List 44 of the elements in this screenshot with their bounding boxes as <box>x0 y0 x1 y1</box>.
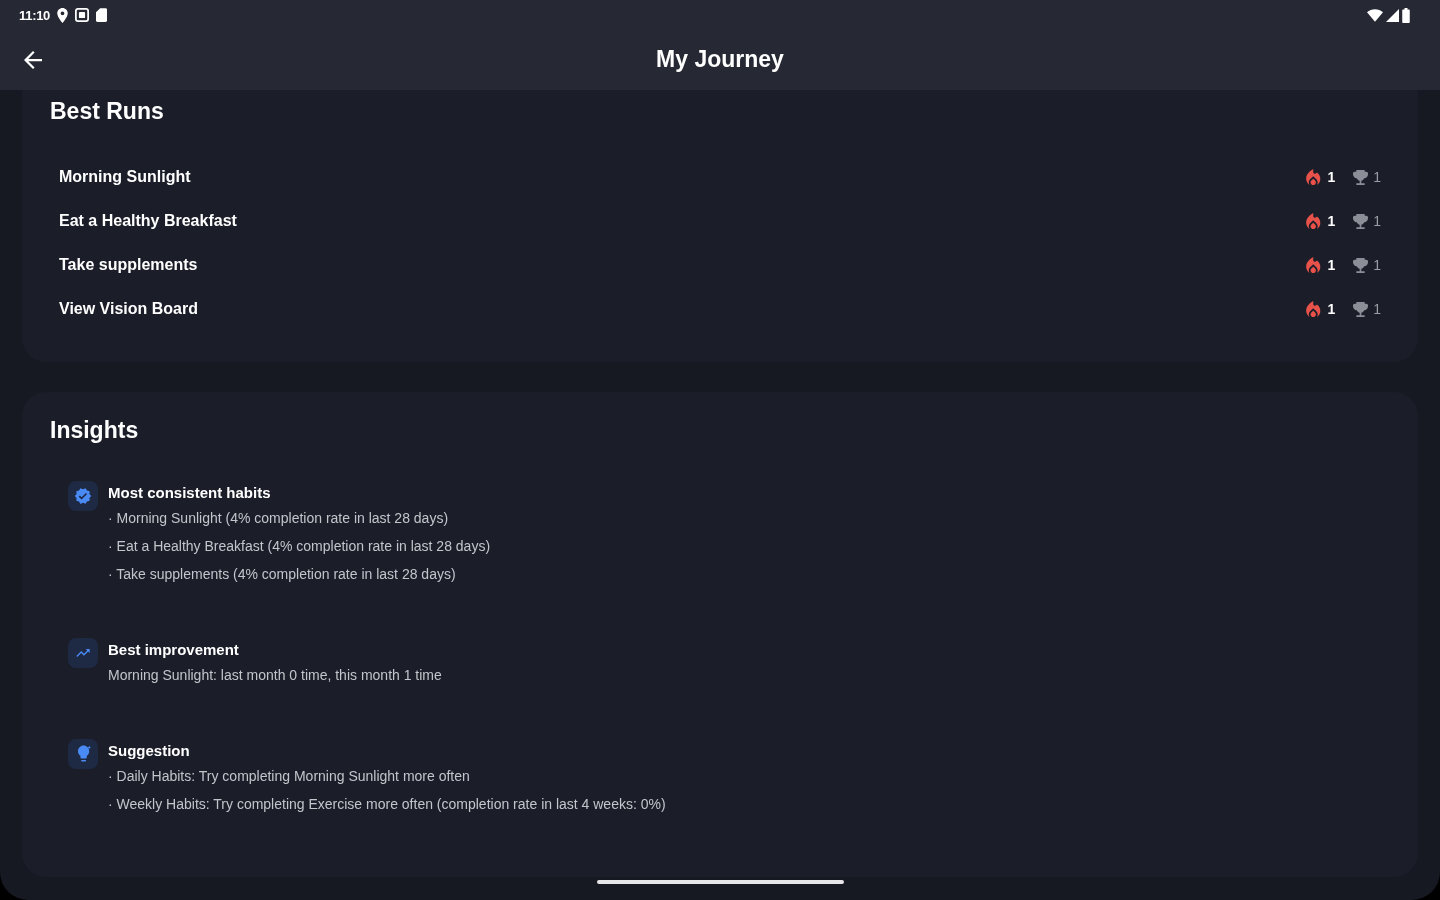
habit-name: View Vision Board <box>59 300 198 318</box>
insight-title: Most consistent habits <box>108 483 271 503</box>
streak-count: 1 <box>1327 301 1336 317</box>
best-count: 1 <box>1373 301 1381 317</box>
flame-icon <box>1306 169 1322 185</box>
back-button[interactable] <box>22 49 44 71</box>
wifi-icon <box>1367 8 1383 22</box>
trophy-icon <box>1353 213 1369 229</box>
sd-card-icon <box>96 8 108 22</box>
streak-count: 1 <box>1327 257 1336 273</box>
trophy-icon <box>1353 301 1369 317</box>
insight-title: Best improvement <box>108 640 239 660</box>
lightbulb-icon <box>68 739 98 769</box>
habit-name: Morning Sunlight <box>59 168 191 186</box>
battery-icon <box>1402 7 1410 23</box>
trophy-icon <box>1353 257 1369 273</box>
location-pin-icon <box>57 7 69 23</box>
status-time: 11:10 <box>19 7 51 23</box>
check-badge-icon <box>68 481 98 511</box>
insight-text: · Daily Habits: Try completing Morning Sunlight more often <box>108 767 470 786</box>
insight-text: · Weekly Habits: Try completing Exercise more often (completion rate in last 4 weeks: 0%) <box>108 795 666 814</box>
trend-up-icon <box>68 638 98 668</box>
best-count: 1 <box>1373 257 1381 273</box>
streak-count: 1 <box>1327 169 1336 185</box>
insight-text: · Eat a Healthy Breakfast (4% completion rate in last 28 days) <box>108 537 491 556</box>
square-icon <box>75 8 90 22</box>
insight-text: · Morning Sunlight (4% completion rate in last 28 days) <box>108 509 449 528</box>
section-title: Insights <box>50 416 140 445</box>
flame-icon <box>1306 257 1322 273</box>
best-count: 1 <box>1373 169 1381 185</box>
signal-icon <box>1386 8 1399 22</box>
habit-name: Eat a Healthy Breakfast <box>59 212 237 230</box>
best-count: 1 <box>1373 213 1381 229</box>
flame-icon <box>1306 301 1322 317</box>
insight-text: · Take supplements (4% completion rate in last 28 days) <box>108 565 456 584</box>
habit-name: Take supplements <box>59 256 198 274</box>
insight-title: Suggestion <box>108 741 190 761</box>
page-title: My Journey <box>656 45 784 74</box>
section-title: Best Runs <box>50 97 165 126</box>
trophy-icon <box>1353 169 1369 185</box>
insight-text: Morning Sunlight: last month 0 time, this month 1 time <box>108 666 442 685</box>
back-arrow-icon <box>24 51 42 69</box>
flame-icon <box>1306 213 1322 229</box>
streak-count: 1 <box>1327 213 1336 229</box>
